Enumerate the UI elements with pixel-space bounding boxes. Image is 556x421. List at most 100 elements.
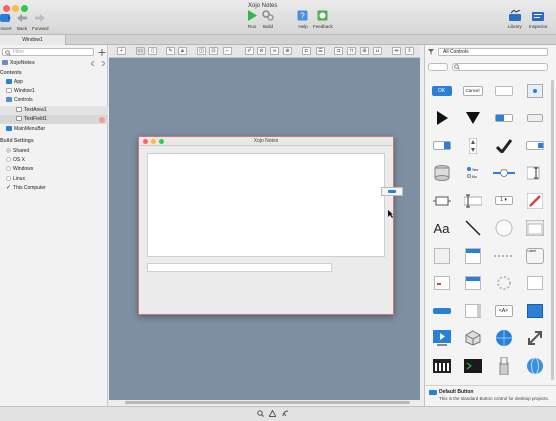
lib-group-box[interactable]: Label xyxy=(523,245,547,267)
build-item-this-computer[interactable]: ✓ This Computer xyxy=(0,184,108,193)
build-item-osx[interactable]: OS X xyxy=(0,156,108,165)
group-button[interactable]: ⊕ xyxy=(283,47,292,55)
library-filter-select[interactable]: All Controls xyxy=(438,48,548,56)
horizontal-scrollbar[interactable] xyxy=(125,401,410,404)
lib-serial[interactable] xyxy=(492,355,516,377)
lib-segmented[interactable] xyxy=(492,107,516,129)
warning-icon[interactable] xyxy=(269,410,276,417)
dragging-control-preview[interactable] xyxy=(381,187,403,196)
nav-item-controls[interactable]: Controls xyxy=(0,96,108,105)
minimize-window-dot[interactable] xyxy=(12,5,19,12)
order-button[interactable]: ⊘ xyxy=(257,47,266,55)
distribute-v-button[interactable]: ⇳ xyxy=(405,47,414,55)
lib-canvas-control[interactable] xyxy=(523,190,547,212)
lib-container[interactable] xyxy=(523,300,547,322)
lib-xml-socket[interactable] xyxy=(523,355,547,377)
build-item-linux[interactable]: Linux xyxy=(0,175,108,184)
navigator-filter-input[interactable]: Filter xyxy=(2,48,94,56)
lib-up-down-arrows[interactable] xyxy=(430,135,454,157)
nav-item-app[interactable]: App xyxy=(0,78,108,87)
zoom-window-dot[interactable] xyxy=(21,5,28,12)
align-left-button[interactable]: ⊏ xyxy=(302,47,311,55)
lib-bevel-button[interactable] xyxy=(492,80,516,102)
lib-html-viewer[interactable]: <A> xyxy=(492,300,516,322)
lib-bevel-control[interactable] xyxy=(430,190,454,212)
lib-placard[interactable] xyxy=(523,80,547,102)
library-options-button[interactable] xyxy=(428,63,448,71)
corner-button[interactable]: ⌐ xyxy=(223,47,232,55)
lib-disclosure-triangle[interactable] xyxy=(430,107,454,129)
tab-order-button[interactable]: ⊡ xyxy=(209,47,218,55)
lib-text-input[interactable] xyxy=(461,190,485,212)
lib-stepper[interactable] xyxy=(461,135,485,157)
lib-network-socket[interactable] xyxy=(492,327,516,349)
align-center-button[interactable]: ☰ xyxy=(316,47,325,55)
align-middle-button[interactable]: ⊞ xyxy=(360,47,369,55)
nav-item-textfield1[interactable]: TextField1 xyxy=(0,115,108,124)
align-right-button[interactable]: ⊐ xyxy=(334,47,343,55)
lib-text-field[interactable] xyxy=(523,162,547,184)
lib-database-query[interactable] xyxy=(430,162,454,184)
layout-view-button[interactable]: ▭ xyxy=(136,47,145,55)
nav-item-mainmenubar[interactable]: MainMenuBar xyxy=(0,125,108,134)
help-button[interactable]: ? Help xyxy=(297,10,309,29)
library-search-input[interactable] xyxy=(452,63,548,71)
build-item-windows[interactable]: Windows xyxy=(0,165,108,174)
lib-checkbox[interactable] xyxy=(492,135,516,157)
inspector-button[interactable]: Inspector xyxy=(529,10,548,29)
lib-slider[interactable] xyxy=(492,162,516,184)
lib-default-button[interactable]: OK xyxy=(430,80,454,102)
nav-item-textarea1[interactable]: TextArea1 xyxy=(0,106,108,115)
nav-history-arrows-icon[interactable] xyxy=(91,61,105,66)
lib-url-connection[interactable] xyxy=(523,327,547,349)
code-view-button[interactable]: ▯ xyxy=(148,47,157,55)
textarea1-control[interactable] xyxy=(147,153,385,257)
lib-progress-bar[interactable] xyxy=(430,300,454,322)
lib-label[interactable]: Aa xyxy=(430,217,454,239)
lib-separator[interactable] xyxy=(492,245,516,267)
lib-movie-player[interactable] xyxy=(430,327,454,349)
lib-disclosure-button[interactable] xyxy=(523,135,547,157)
lib-opengl-surface[interactable] xyxy=(461,327,485,349)
lib-tab-panel[interactable] xyxy=(461,272,485,294)
link-button[interactable]: ∞ xyxy=(270,47,279,55)
lib-radio-group[interactable]: Yes No xyxy=(461,162,485,184)
lib-page-panel[interactable] xyxy=(523,272,547,294)
lib-shell[interactable] xyxy=(461,355,485,377)
lib-up-down[interactable]: 1 ▾ xyxy=(492,190,516,212)
tab-window1[interactable]: Window1 xyxy=(0,35,66,45)
lib-scroll-bar[interactable] xyxy=(461,300,485,322)
lib-pushbutton-group[interactable] xyxy=(523,107,547,129)
lib-window-view[interactable] xyxy=(523,217,547,239)
lib-listbox[interactable] xyxy=(461,245,485,267)
lib-popup-arrow[interactable] xyxy=(461,107,485,129)
lib-rectangle[interactable] xyxy=(430,245,454,267)
lib-cancel-button[interactable]: Cancel xyxy=(461,80,485,102)
lock-button[interactable]: 🔒︎ xyxy=(178,47,187,55)
library-scrollbar[interactable] xyxy=(551,80,554,380)
run-button[interactable]: Run xyxy=(246,10,258,29)
lib-popup-menu[interactable] xyxy=(430,272,454,294)
lib-piano[interactable] xyxy=(430,355,454,377)
build-button[interactable]: Build xyxy=(262,10,274,29)
broadcast-icon[interactable] xyxy=(282,410,289,417)
lib-progress-wheel[interactable] xyxy=(492,272,516,294)
align-top-button[interactable]: ⊓ xyxy=(347,47,356,55)
back-button[interactable]: Back xyxy=(16,13,28,31)
feedback-button[interactable]: Feedback xyxy=(313,10,333,29)
lib-oval[interactable] xyxy=(492,217,516,239)
lib-line[interactable] xyxy=(461,217,485,239)
frame-button[interactable]: ◫ xyxy=(197,47,206,55)
build-item-shared[interactable]: Shared xyxy=(0,147,108,156)
color-button[interactable]: ✐ xyxy=(245,47,254,55)
textfield1-control[interactable] xyxy=(147,263,332,272)
library-button[interactable]: Library xyxy=(508,9,522,29)
align-bottom-button[interactable]: ⊔ xyxy=(373,47,382,55)
forward-button[interactable]: Forward xyxy=(32,13,49,31)
add-item-icon[interactable] xyxy=(98,49,106,56)
search-icon[interactable] xyxy=(257,410,264,417)
close-window-dot[interactable] xyxy=(3,5,10,12)
nav-item-window1[interactable]: Window1 xyxy=(0,87,108,96)
edit-mode-button[interactable]: ✎ xyxy=(166,47,175,55)
add-control-button[interactable]: + xyxy=(117,47,126,55)
